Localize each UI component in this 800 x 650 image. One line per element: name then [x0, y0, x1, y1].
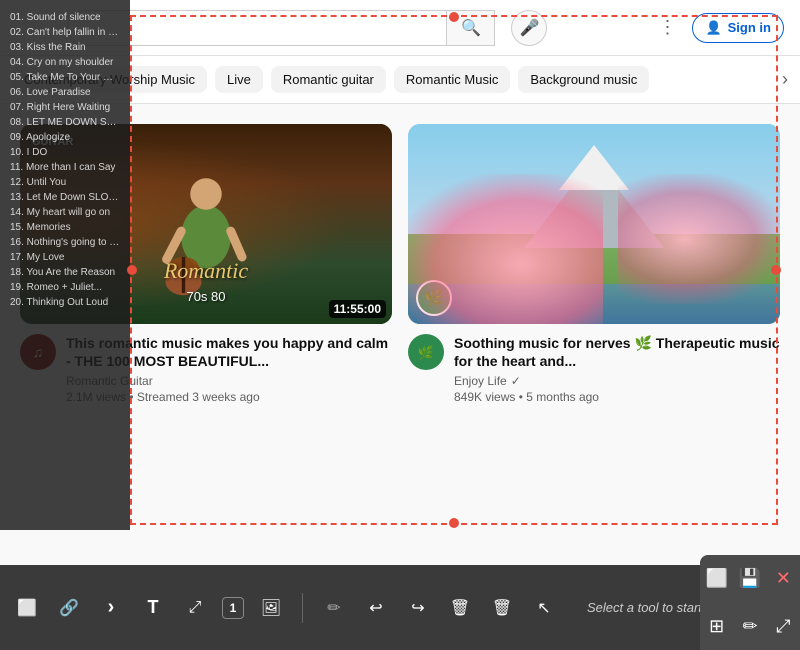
youtube-container: 01. Sound of silence02. Can't help falli… [0, 0, 800, 650]
pen-panel-button[interactable]: ✏ [733, 603, 766, 650]
video-title-mountain: Soothing music for nerves 🌿 Therapeutic … [454, 334, 780, 370]
romantic-overlay-text: Romantic [164, 258, 248, 284]
filter-chip-romantic-guitar[interactable]: Romantic guitar [271, 66, 386, 93]
sign-in-button[interactable]: 👤 Sign in [692, 13, 784, 43]
bottom-toolbar: ⬜ 🔗 › T ⤢ 1 🖼 ✏ ↩ [0, 565, 800, 650]
text-tool-button[interactable]: T [138, 593, 168, 623]
sidebar-item-13: 14. My heart will go on [0, 205, 130, 220]
toolbar-separator [302, 593, 303, 623]
right-panel: ⬜ 💾 ✕ ⊞ ✏ ⤢ [700, 555, 800, 650]
more-icon[interactable]: ⋮ [658, 17, 676, 38]
account-icon: 👤 [705, 20, 721, 36]
pen-icon: ✏ [742, 616, 757, 637]
search-icon: 🔍 [461, 18, 481, 38]
image-tool-button[interactable]: 🖼 [256, 593, 286, 623]
sidebar-item-16: 17. My Love [0, 250, 130, 265]
sidebar-item-5: 06. Love Paradise [0, 85, 130, 100]
filter-chip-live[interactable]: Live [215, 66, 263, 93]
channel-name-mountain: Enjoy Life ✓ [454, 374, 780, 388]
sidebar-item-14: 15. Memories [0, 220, 130, 235]
sidebar-item-9: 10. I DO [0, 145, 130, 160]
thumbnail-mountain: 🌿 [408, 124, 780, 324]
eraser-icon: ✏ [327, 598, 340, 618]
text-icon: T [148, 597, 159, 618]
video-meta-mountain: Soothing music for nerves 🌿 Therapeutic … [454, 334, 780, 404]
duration-badge: 11:55:00 [329, 300, 386, 318]
crop-panel-button[interactable]: ⊞ [700, 603, 733, 650]
undo-icon: ↩ [369, 598, 382, 618]
save-icon: 💾 [739, 568, 761, 589]
sidebar-item-12: 13. Let Me Down SLOWLY, Paid [0, 190, 130, 205]
filter-chip-romantic-music[interactable]: Romantic Music [394, 66, 510, 93]
channel-avatar-life: 🌿 [408, 334, 444, 370]
redo-button[interactable]: ↪ [403, 593, 433, 623]
sidebar-item-6: 07. Right Here Waiting [0, 100, 130, 115]
toolbar-left: ⬜ 🔗 › T ⤢ 1 🖼 ✏ ↩ [0, 593, 800, 623]
crop-icon: ⊞ [709, 616, 724, 637]
sidebar-overlay: 01. Sound of silence02. Can't help falli… [0, 0, 130, 530]
cherry-left [408, 174, 603, 324]
sidebar-item-2: 03. Kiss the Rain [0, 40, 130, 55]
sidebar-list: 01. Sound of silence02. Can't help falli… [0, 0, 130, 320]
video-stats-mountain: 849K views • 5 months ago [454, 390, 780, 404]
badge-number: 1 [222, 597, 244, 619]
sidebar-item-19: 20. Thinking Out Loud [0, 295, 130, 310]
expand-icon: ⤢ [776, 616, 790, 637]
mic-icon: 🎤 [520, 18, 540, 38]
sidebar-item-3: 04. Cry on my shoulder [0, 55, 130, 70]
delete1-button[interactable]: 🗑 [445, 593, 475, 623]
life-avatar-icon: 🌿 [411, 337, 441, 367]
delete2-icon: 🗑 [492, 598, 512, 618]
rect-tool-button[interactable]: ⬜ [12, 593, 42, 623]
sidebar-item-17: 18. You Are the Reason [0, 265, 130, 280]
resize-icon: ⤢ [189, 599, 202, 617]
link-icon: 🔗 [59, 598, 79, 618]
back-button[interactable]: ↖ [529, 593, 559, 623]
sidebar-item-0: 01. Sound of silence [0, 10, 130, 25]
header-icons: ⋮ 👤 Sign in [658, 13, 784, 43]
sidebar-item-15: 16. Nothing's going to chang... [0, 235, 130, 250]
redo-icon: ↪ [411, 598, 424, 618]
resize-tool-button[interactable]: ⤢ [180, 593, 210, 623]
undo-button[interactable]: ↩ [361, 593, 391, 623]
mic-button[interactable]: 🎤 [511, 10, 547, 46]
save-panel-button[interactable]: 💾 [733, 555, 766, 603]
sidebar-item-7: 08. LET ME DOWN SLOWLY... [0, 115, 130, 130]
delete2-button[interactable]: 🗑 [487, 593, 517, 623]
chevron-icon: › [108, 596, 115, 619]
video-card-mountain[interactable]: 🌿 🌿 Soothing music for nerves 🌿 Therapeu… [400, 116, 788, 412]
filter-next-icon[interactable]: › [782, 69, 788, 90]
search-bar: 🔍 [67, 10, 495, 46]
rect-icon: ⬜ [17, 598, 37, 618]
sidebar-item-8: 09. Apologize [0, 130, 130, 145]
eraser-tool-button[interactable]: ✏ [319, 593, 349, 623]
filter-chip-background-music[interactable]: Background music [518, 66, 649, 93]
years-text: 70s 80 [186, 289, 225, 304]
sidebar-item-1: 02. Can't help fallin in Jake [0, 25, 130, 40]
back-icon: ↖ [537, 598, 550, 618]
cherry-right [618, 174, 780, 304]
copy-panel-button[interactable]: ⬜ [700, 555, 733, 603]
chevron-tool-button[interactable]: › [96, 593, 126, 623]
delete1-icon: 🗑 [450, 598, 470, 618]
copy-icon: ⬜ [705, 568, 727, 589]
sidebar-item-4: 05. Take Me To Your Heart [0, 70, 130, 85]
sidebar-item-11: 12. Until You [0, 175, 130, 190]
video-info-mountain: 🌿 Soothing music for nerves 🌿 Therapeuti… [408, 334, 780, 404]
close-panel-button[interactable]: ✕ [767, 555, 800, 603]
close-icon: ✕ [776, 568, 791, 589]
search-button[interactable]: 🔍 [446, 10, 494, 46]
sidebar-item-18: 19. Romeo + Juliet... [0, 280, 130, 295]
expand-panel-button[interactable]: ⤢ [767, 603, 800, 650]
verified-icon: ✓ [511, 374, 521, 388]
handle-bottom-center[interactable] [449, 518, 459, 528]
link-tool-button[interactable]: 🔗 [54, 593, 84, 623]
image-icon: 🖼 [261, 598, 281, 618]
svg-text:🌿: 🌿 [418, 345, 434, 360]
mountain-thumbnail-bg: 🌿 [408, 124, 780, 324]
sidebar-item-10: 11. More than I can Say [0, 160, 130, 175]
